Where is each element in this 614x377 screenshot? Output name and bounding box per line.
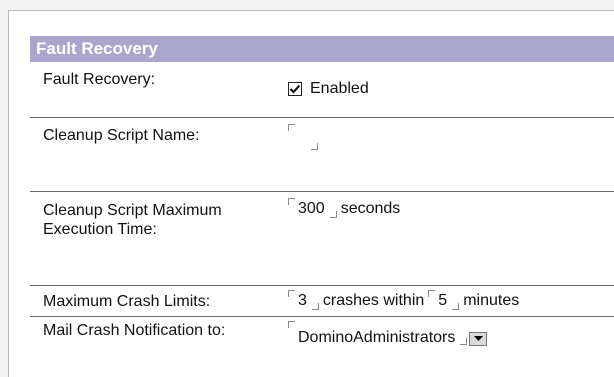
fault-recovery-control[interactable]: Enabled xyxy=(288,80,369,98)
maximum-crash-limits-label: Maximum Crash Limits: xyxy=(43,293,211,310)
row-maximum-crash-limits: Maximum Crash Limits: 3 crashes within 5… xyxy=(30,286,614,317)
cleanup-script-name-field[interactable] xyxy=(288,124,318,152)
dropdown-button[interactable] xyxy=(469,332,488,346)
row-max-execution-time: Cleanup Script Maximum Execution Time: 3… xyxy=(30,192,614,286)
mail-crash-notification-label: Mail Crash Notification to: xyxy=(43,322,226,339)
cleanup-script-name-label: Cleanup Script Name: xyxy=(43,127,200,144)
crash-count-field[interactable]: 3 xyxy=(288,290,319,312)
crashes-within-text: crashes within xyxy=(322,292,425,309)
row-mail-crash-notification: Mail Crash Notification to: DominoAdmini… xyxy=(30,317,614,353)
crash-minutes-field[interactable]: 5 xyxy=(428,290,460,312)
section-title: Fault Recovery xyxy=(36,39,158,58)
enabled-checkbox[interactable] xyxy=(288,82,302,96)
row-cleanup-script-name: Cleanup Script Name: xyxy=(30,118,614,192)
max-execution-time-value[interactable]: 300 xyxy=(298,200,325,218)
dropdown-arrow-icon xyxy=(473,336,483,341)
enabled-label[interactable]: Enabled xyxy=(310,80,369,98)
crash-count-value[interactable]: 3 xyxy=(298,292,307,310)
section-header: Fault Recovery xyxy=(30,36,614,62)
row-fault-recovery: Fault Recovery: Enabled xyxy=(30,62,614,118)
mail-notification-field[interactable]: DominoAdministrators xyxy=(288,321,468,347)
mail-notification-value[interactable]: DominoAdministrators xyxy=(298,329,455,347)
max-execution-time-label: Cleanup Script Maximum Execution Time: xyxy=(43,202,222,238)
max-execution-time-field[interactable]: 300 xyxy=(288,198,337,220)
fault-recovery-label: Fault Recovery: xyxy=(43,71,156,88)
crash-minutes-value[interactable]: 5 xyxy=(438,292,447,310)
minutes-unit: minutes xyxy=(463,292,520,309)
check-icon xyxy=(289,84,301,94)
seconds-unit: seconds xyxy=(340,200,401,217)
